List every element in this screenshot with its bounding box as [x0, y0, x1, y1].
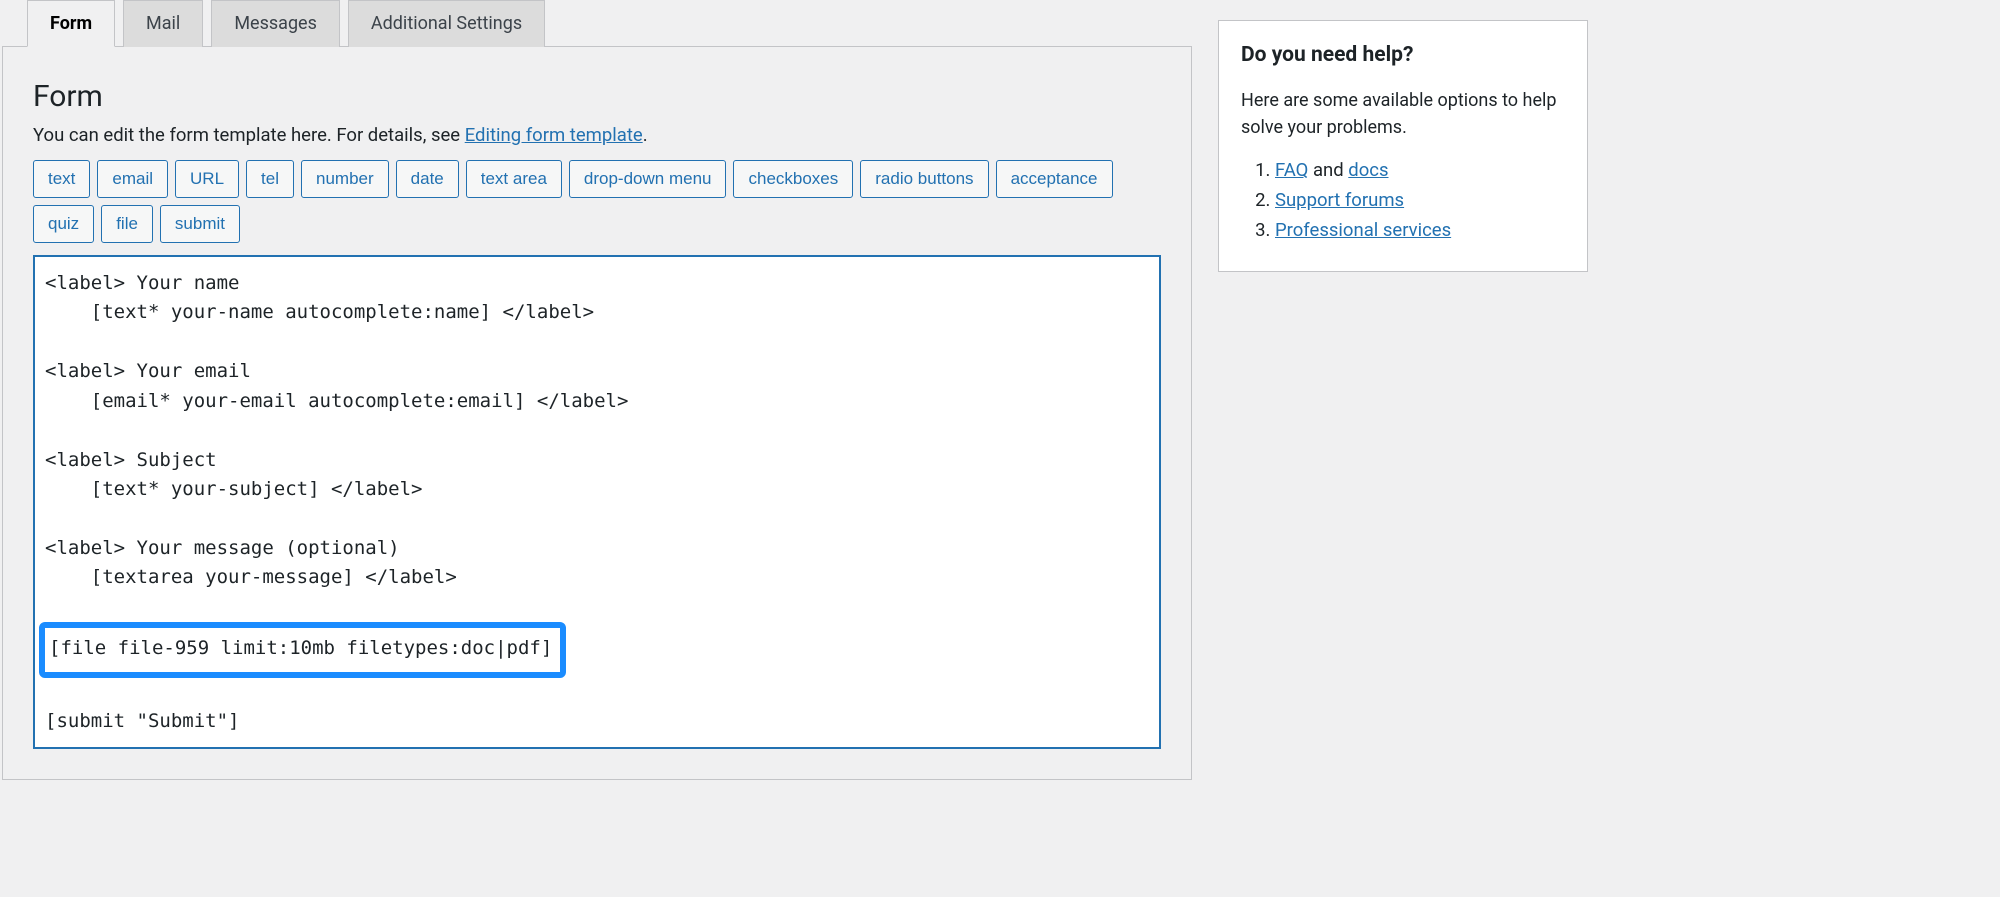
- tab-form[interactable]: Form: [27, 0, 115, 47]
- support-forums-link[interactable]: Support forums: [1275, 189, 1404, 211]
- code-line: <label> Your email: [45, 360, 251, 382]
- tag-generator-buttons: text email URL tel number date text area…: [33, 160, 1161, 243]
- tagbtn-textarea[interactable]: text area: [466, 160, 562, 198]
- tagbtn-dropdown[interactable]: drop-down menu: [569, 160, 727, 198]
- form-panel: Form You can edit the form template here…: [2, 46, 1192, 780]
- help-item-faq: FAQ and docs: [1275, 159, 1565, 181]
- tagbtn-acceptance[interactable]: acceptance: [996, 160, 1113, 198]
- intro-text-after: .: [643, 124, 648, 146]
- tagbtn-url[interactable]: URL: [175, 160, 239, 198]
- code-line: <label> Your message (optional): [45, 537, 400, 559]
- code-line: [text* your-subject] </label>: [45, 478, 423, 500]
- tagbtn-email[interactable]: email: [97, 160, 168, 198]
- help-intro: Here are some available options to help …: [1241, 87, 1565, 141]
- panel-heading: Form: [33, 79, 1161, 114]
- editing-form-template-link[interactable]: Editing form template: [465, 124, 643, 146]
- professional-services-link[interactable]: Professional services: [1275, 219, 1451, 241]
- tagbtn-number[interactable]: number: [301, 160, 389, 198]
- docs-link[interactable]: docs: [1348, 159, 1388, 181]
- tagbtn-submit[interactable]: submit: [160, 205, 240, 243]
- tagbtn-text[interactable]: text: [33, 160, 90, 198]
- help-title: Do you need help?: [1241, 43, 1565, 67]
- form-template-textarea[interactable]: <label> Your name [text* your-name autoc…: [33, 255, 1161, 749]
- code-line: [submit "Submit"]: [45, 710, 239, 732]
- code-line: <label> Subject: [45, 449, 217, 471]
- tagbtn-tel[interactable]: tel: [246, 160, 294, 198]
- code-line: [email* your-email autocomplete:email] <…: [45, 390, 628, 412]
- code-line: <label> Your name: [45, 272, 239, 294]
- tagbtn-date[interactable]: date: [396, 160, 459, 198]
- tab-mail[interactable]: Mail: [123, 0, 203, 47]
- help-item-forums: Support forums: [1275, 189, 1565, 211]
- help-item-pro: Professional services: [1275, 219, 1565, 241]
- help-list: FAQ and docs Support forums Professional…: [1241, 159, 1565, 241]
- tagbtn-checkboxes[interactable]: checkboxes: [733, 160, 853, 198]
- tagbtn-file[interactable]: file: [101, 205, 153, 243]
- help-box: Do you need help? Here are some availabl…: [1218, 20, 1588, 272]
- intro-text: You can edit the form template here. For…: [33, 124, 465, 146]
- tagbtn-radio[interactable]: radio buttons: [860, 160, 988, 198]
- tab-additional-settings[interactable]: Additional Settings: [348, 0, 545, 47]
- faq-link[interactable]: FAQ: [1275, 159, 1308, 181]
- code-line: [text* your-name autocomplete:name] </la…: [45, 301, 594, 323]
- tab-messages[interactable]: Messages: [211, 0, 340, 47]
- highlighted-file-tag: [file file-959 limit:10mb filetypes:doc|…: [39, 622, 566, 677]
- help-item-text: and: [1308, 159, 1348, 181]
- panel-intro: You can edit the form template here. For…: [33, 124, 1161, 146]
- code-line: [textarea your-message] </label>: [45, 566, 457, 588]
- tagbtn-quiz[interactable]: quiz: [33, 205, 94, 243]
- panel-tabs: Form Mail Messages Additional Settings: [2, 0, 1192, 47]
